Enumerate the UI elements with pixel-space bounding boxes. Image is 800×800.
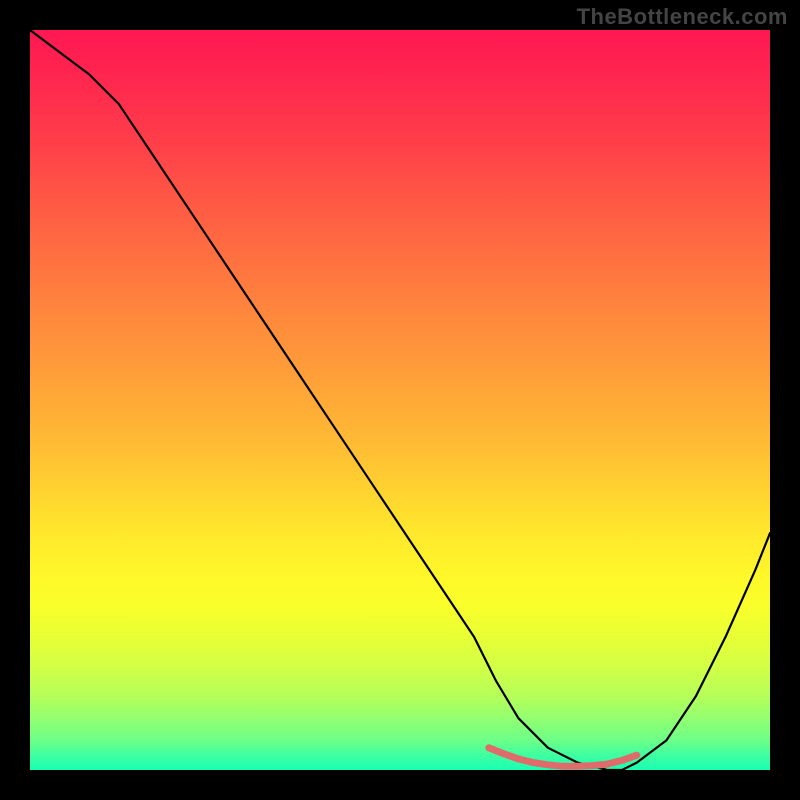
curve-layer: [30, 30, 770, 770]
plot-area: [30, 30, 770, 770]
chart-frame: TheBottleneck.com: [0, 0, 800, 800]
watermark-text: TheBottleneck.com: [577, 4, 788, 30]
optimal-marker: [489, 748, 637, 767]
bottleneck-curve: [30, 30, 770, 770]
